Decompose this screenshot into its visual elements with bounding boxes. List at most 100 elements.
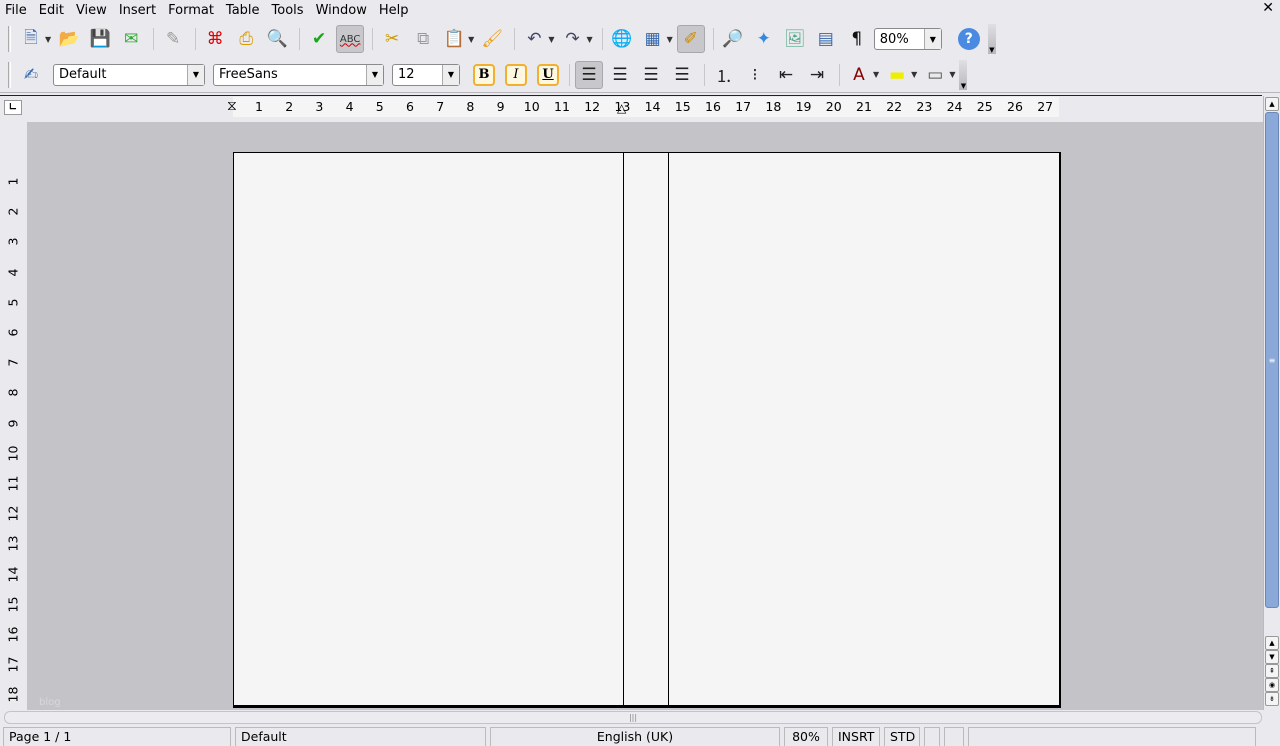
ruler-tick-label: 6 [406, 99, 414, 114]
justify-icon[interactable]: ☰ [668, 61, 696, 89]
document-page[interactable] [233, 152, 1061, 708]
help-icon[interactable]: ? [957, 28, 980, 50]
formatting-marks-icon[interactable]: ¶ [843, 25, 871, 53]
chevron-down-icon[interactable]: ▼ [366, 64, 383, 85]
autospellcheck-icon[interactable]: ABC [336, 25, 365, 53]
navigator-object-icon[interactable]: ◉ [1265, 678, 1279, 692]
page-style[interactable]: Default [235, 727, 486, 746]
zoom-combo[interactable]: 80% ▼ [873, 28, 942, 50]
ruler-tick-label: 2 [5, 207, 21, 216]
menu-insert[interactable]: Insert [119, 3, 156, 18]
cut-icon[interactable]: ✂ [378, 25, 406, 53]
menu-tools[interactable]: Tools [272, 3, 304, 18]
next-page-icon[interactable]: ⇟ [1265, 692, 1279, 706]
menu-edit[interactable]: Edit [39, 3, 64, 18]
save-icon[interactable]: 💾 [86, 25, 114, 53]
italic-button[interactable]: I [505, 63, 527, 86]
chevron-down-icon[interactable]: ▼ [911, 70, 917, 79]
vertical-ruler[interactable]: 1 2 3 4 5 6 7 8 9 10 11 12 13 14 15 16 17 18 [0, 122, 27, 710]
chevron-down-icon[interactable]: ▼ [873, 70, 879, 79]
previous-page-icon[interactable]: ⇞ [1265, 664, 1279, 678]
left-indent-marker-icon[interactable]: ⧖ [227, 98, 237, 114]
spellcheck-icon[interactable]: ✔ [305, 25, 333, 53]
chevron-down-icon[interactable]: ▼ [923, 29, 941, 49]
separator [569, 63, 570, 86]
toolbar-grip[interactable] [8, 26, 11, 52]
numbering-icon[interactable]: ⒈ [710, 61, 738, 89]
email-document-icon[interactable]: ✉ [117, 25, 145, 53]
align-left-icon[interactable]: ☰ [575, 60, 603, 89]
highlighting-icon[interactable]: ▬ [883, 61, 911, 89]
underline-button[interactable]: U [537, 63, 559, 86]
align-center-icon[interactable]: ☰ [606, 61, 634, 89]
chevron-down-icon[interactable]: ▼ [45, 35, 51, 44]
font-name-value: FreeSans [219, 67, 278, 82]
hyperlink-icon[interactable]: 🌐 [608, 25, 636, 53]
open-folder-icon[interactable]: 📂 [55, 25, 83, 53]
data-sources-icon[interactable]: ▤ [812, 25, 840, 53]
bullets-icon[interactable]: ⁝ [741, 61, 769, 89]
menu-format[interactable]: Format [168, 3, 214, 18]
chevron-down-icon[interactable]: ▼ [187, 64, 204, 85]
scroll-down-icon[interactable]: ▼ [1265, 650, 1279, 664]
print-icon[interactable]: ⎙ [232, 25, 260, 53]
chevron-down-icon[interactable]: ▼ [548, 35, 554, 44]
menu-file[interactable]: File [5, 3, 27, 18]
menu-table[interactable]: Table [226, 3, 260, 18]
selection-mode[interactable]: STD [884, 727, 920, 746]
background-color-icon[interactable]: ▭ [921, 61, 949, 89]
new-document-icon[interactable]: 🗎 [17, 25, 45, 53]
ruler-tick-label: 1 [5, 177, 21, 186]
insert-mode[interactable]: INSRT [832, 727, 880, 746]
align-right-icon[interactable]: ☰ [637, 61, 665, 89]
font-size-combo[interactable]: 12 ▼ [392, 63, 460, 86]
bold-button[interactable]: B [473, 63, 495, 86]
styles-formatting-icon[interactable]: ✍ [17, 61, 45, 89]
horizontal-scrollbar[interactable]: ||| [4, 711, 1262, 724]
menu-window[interactable]: Window [316, 3, 367, 18]
close-document-icon[interactable]: ✕ [1262, 0, 1274, 16]
zoom-status[interactable]: 80% [784, 727, 828, 746]
show-draw-functions-icon[interactable]: ✐ [676, 25, 705, 53]
decrease-indent-icon[interactable]: ⇤ [772, 61, 800, 89]
ruler-tick-label: 18 [5, 686, 21, 703]
scroll-up-icon[interactable]: ▲ [1265, 636, 1279, 650]
gallery-icon[interactable]: 🖼 [781, 25, 809, 53]
navigator-icon[interactable]: ✦ [750, 25, 778, 53]
ruler-tick-label: 26 [1007, 99, 1023, 114]
undo-icon[interactable]: ↶ [520, 25, 548, 53]
paragraph-style-value: Default [59, 67, 107, 82]
menu-help[interactable]: Help [379, 3, 409, 18]
scrollbar-thumb[interactable]: ≡ [1265, 112, 1279, 608]
table-icon[interactable]: ▦ [639, 25, 667, 53]
chevron-down-icon[interactable]: ▼ [949, 70, 955, 79]
scroll-up-icon[interactable]: ▲ [1265, 97, 1279, 111]
chevron-down-icon[interactable]: ▼ [468, 35, 474, 44]
page-preview-icon[interactable]: 🔍 [263, 25, 291, 53]
format-paintbrush-icon[interactable]: 🖌 [478, 25, 506, 53]
menu-view[interactable]: View [76, 3, 107, 18]
tab-stop-type-button[interactable]: ∟ [4, 100, 22, 115]
paste-icon[interactable]: 📋 [440, 25, 468, 53]
ruler-tick-label: 16 [705, 99, 721, 114]
paragraph-style-combo[interactable]: Default ▼ [53, 63, 205, 86]
vertical-scrollbar[interactable]: ▲ ≡ ▲ ▼ ⇞ ◉ ⇟ [1263, 96, 1280, 710]
edit-file-icon[interactable]: ✎ [159, 25, 187, 53]
toolbar-overflow-button[interactable]: ▼ [959, 59, 968, 90]
language[interactable]: English (UK) [490, 727, 780, 746]
redo-icon[interactable]: ↷ [558, 25, 586, 53]
chevron-down-icon[interactable]: ▼ [586, 35, 592, 44]
page-count[interactable]: Page 1 / 1 [3, 727, 231, 746]
find-replace-icon[interactable]: 🔎 [719, 25, 747, 53]
export-pdf-icon[interactable]: ⌘ [201, 25, 229, 53]
chevron-down-icon[interactable]: ▼ [442, 64, 459, 85]
copy-icon[interactable]: ⧉ [409, 25, 437, 53]
chevron-down-icon[interactable]: ▼ [667, 35, 673, 44]
increase-indent-icon[interactable]: ⇥ [803, 61, 831, 89]
font-color-icon[interactable]: A [845, 61, 873, 89]
horizontal-ruler[interactable]: ⧖ △ 1 2 3 4 5 6 7 8 9 10 11 12 13 14 15 16 17 18 19 20 21 22 2… [227, 97, 1059, 117]
toolbar-overflow-button[interactable]: ▼ [987, 24, 996, 54]
toolbar-grip[interactable] [8, 61, 11, 88]
font-name-combo[interactable]: FreeSans ▼ [213, 63, 384, 86]
separator [514, 28, 516, 50]
